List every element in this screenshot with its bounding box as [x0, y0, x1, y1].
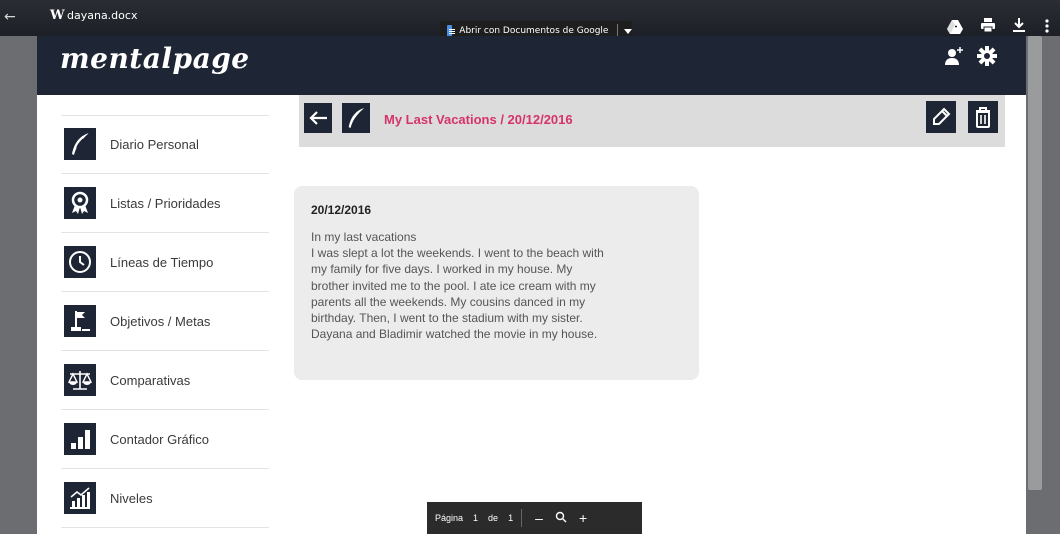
feather-icon	[64, 128, 96, 160]
entry-line: birthday. Then, I went to the stadium wi…	[311, 311, 583, 326]
sidebar-item-label: Diario Personal	[110, 136, 199, 152]
open-with-label: Abrir con Documentos de Google	[459, 26, 609, 36]
entry-line: Dayana and Bladimir watched the movie in…	[311, 327, 598, 342]
word-icon: W	[50, 8, 65, 23]
back-button[interactable]	[304, 103, 332, 133]
sidebar-item-label: Líneas de Tiempo	[110, 254, 214, 270]
current-page[interactable]: 1	[473, 513, 478, 523]
entry-line: my family for five days. I worked in my …	[311, 262, 573, 277]
app-header: mentalpage	[37, 36, 1026, 95]
goal-flag-icon	[64, 305, 96, 337]
chevron-down-icon[interactable]	[624, 28, 632, 34]
sidebar-item-objetivos-metas[interactable]: Objetivos / Metas	[61, 292, 269, 351]
entry-date: 20/12/2016	[311, 203, 372, 217]
sidebar-item-niveles[interactable]: Niveles	[61, 469, 269, 528]
sidebar-item-label: Niveles	[110, 490, 153, 506]
feather-icon	[342, 103, 370, 133]
sidebar-item-lineas-de-tiempo[interactable]: Líneas de Tiempo	[61, 233, 269, 292]
search-icon[interactable]	[552, 510, 570, 526]
bar-chart-icon	[64, 423, 96, 455]
app-logo: mentalpage	[60, 42, 250, 75]
document-page: mentalpage Diario Personal Listas / Prio…	[37, 36, 1026, 534]
sidebar-item-diario-personal[interactable]: Diario Personal	[61, 115, 269, 174]
sidebar-item-label: Comparativas	[110, 372, 191, 388]
edit-button[interactable]	[926, 101, 956, 133]
award-ribbon-icon	[64, 187, 96, 219]
balance-scale-icon	[64, 364, 96, 396]
entry-line: I was slept a lot the weekends. I went t…	[311, 246, 604, 261]
sidebar-item-contador-grafico[interactable]: Contador Gráfico	[61, 410, 269, 469]
gear-icon[interactable]	[975, 44, 999, 68]
entry-line: brother invited me to the pool. I ate ic…	[311, 278, 596, 293]
add-user-icon[interactable]	[942, 44, 966, 68]
sidebar-item-label: Listas / Prioridades	[110, 195, 221, 211]
page-navigator: Página 1 de 1 – +	[427, 502, 642, 534]
entry-line: In my last vacations	[311, 230, 417, 244]
sidebar: Diario Personal Listas / Prioridades Lín…	[61, 115, 269, 528]
entry-body: In my last vacations I was slept a lot t…	[311, 229, 697, 342]
sidebar-item-label: Contador Gráfico	[110, 431, 209, 447]
entry-line: parents all the weekends. My cousins dan…	[311, 294, 586, 309]
sidebar-item-comparativas[interactable]: Comparativas	[61, 351, 269, 410]
divider	[521, 509, 523, 527]
entry-title: My Last Vacations / 20/12/2016	[384, 112, 573, 127]
entry-header-bar: My Last Vacations / 20/12/2016	[299, 95, 1005, 147]
scrollbar-thumb[interactable]	[1028, 36, 1042, 490]
page-label: Página	[435, 513, 464, 523]
of-label: de	[488, 513, 499, 523]
file-name: dayana.docx	[67, 9, 138, 22]
journal-entry-card: 20/12/2016 In my last vacations I was sl…	[294, 186, 699, 380]
clock-icon	[64, 246, 96, 278]
total-pages: 1	[508, 513, 514, 523]
download-icon[interactable]	[1013, 18, 1025, 32]
drive-add-icon[interactable]	[947, 18, 963, 34]
more-vert-icon[interactable]	[1044, 18, 1050, 34]
levels-chart-icon	[64, 482, 96, 514]
sidebar-item-label: Objetivos / Metas	[110, 313, 211, 329]
sidebar-item-listas-prioridades[interactable]: Listas / Prioridades	[61, 174, 269, 233]
zoom-in-button[interactable]: +	[574, 510, 592, 526]
back-arrow-icon[interactable]: ←	[4, 9, 18, 25]
zoom-out-button[interactable]: –	[530, 510, 548, 526]
print-icon[interactable]	[981, 18, 995, 32]
delete-button[interactable]	[968, 101, 998, 133]
